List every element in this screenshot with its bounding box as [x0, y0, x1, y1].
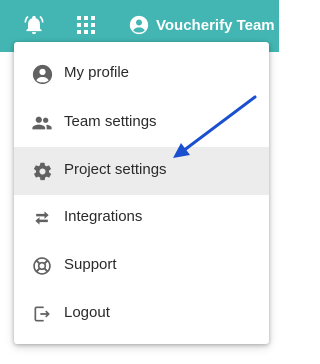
apps-grid-icon[interactable]	[74, 13, 98, 37]
menu-item-label: Project settings	[64, 161, 167, 178]
people-icon	[30, 111, 54, 135]
account-circle-icon	[30, 62, 54, 86]
menu-item-integrations[interactable]: Integrations	[14, 194, 269, 242]
logout-icon	[30, 302, 54, 326]
menu-item-logout[interactable]: Logout	[14, 290, 269, 338]
menu-item-label: Support	[64, 256, 117, 273]
menu-item-project-settings[interactable]: Project settings	[14, 147, 269, 195]
gear-icon	[30, 159, 54, 183]
account-dropdown-menu: My profile Team settings Project setting…	[14, 42, 269, 344]
menu-item-my-profile[interactable]: My profile	[14, 50, 269, 98]
account-menu-button[interactable]: Voucherify Team	[129, 13, 275, 37]
menu-item-team-settings[interactable]: Team settings	[14, 99, 269, 147]
menu-item-label: Team settings	[64, 113, 157, 130]
bell-icon[interactable]	[22, 13, 46, 37]
account-name: Voucherify Team	[156, 16, 275, 34]
lifebuoy-icon	[30, 254, 54, 278]
swap-arrows-icon	[30, 206, 54, 230]
menu-item-label: Logout	[64, 304, 110, 321]
menu-item-support[interactable]: Support	[14, 242, 269, 290]
menu-item-label: My profile	[64, 64, 130, 81]
account-circle-icon	[129, 15, 149, 35]
menu-item-label: Integrations	[64, 208, 143, 225]
